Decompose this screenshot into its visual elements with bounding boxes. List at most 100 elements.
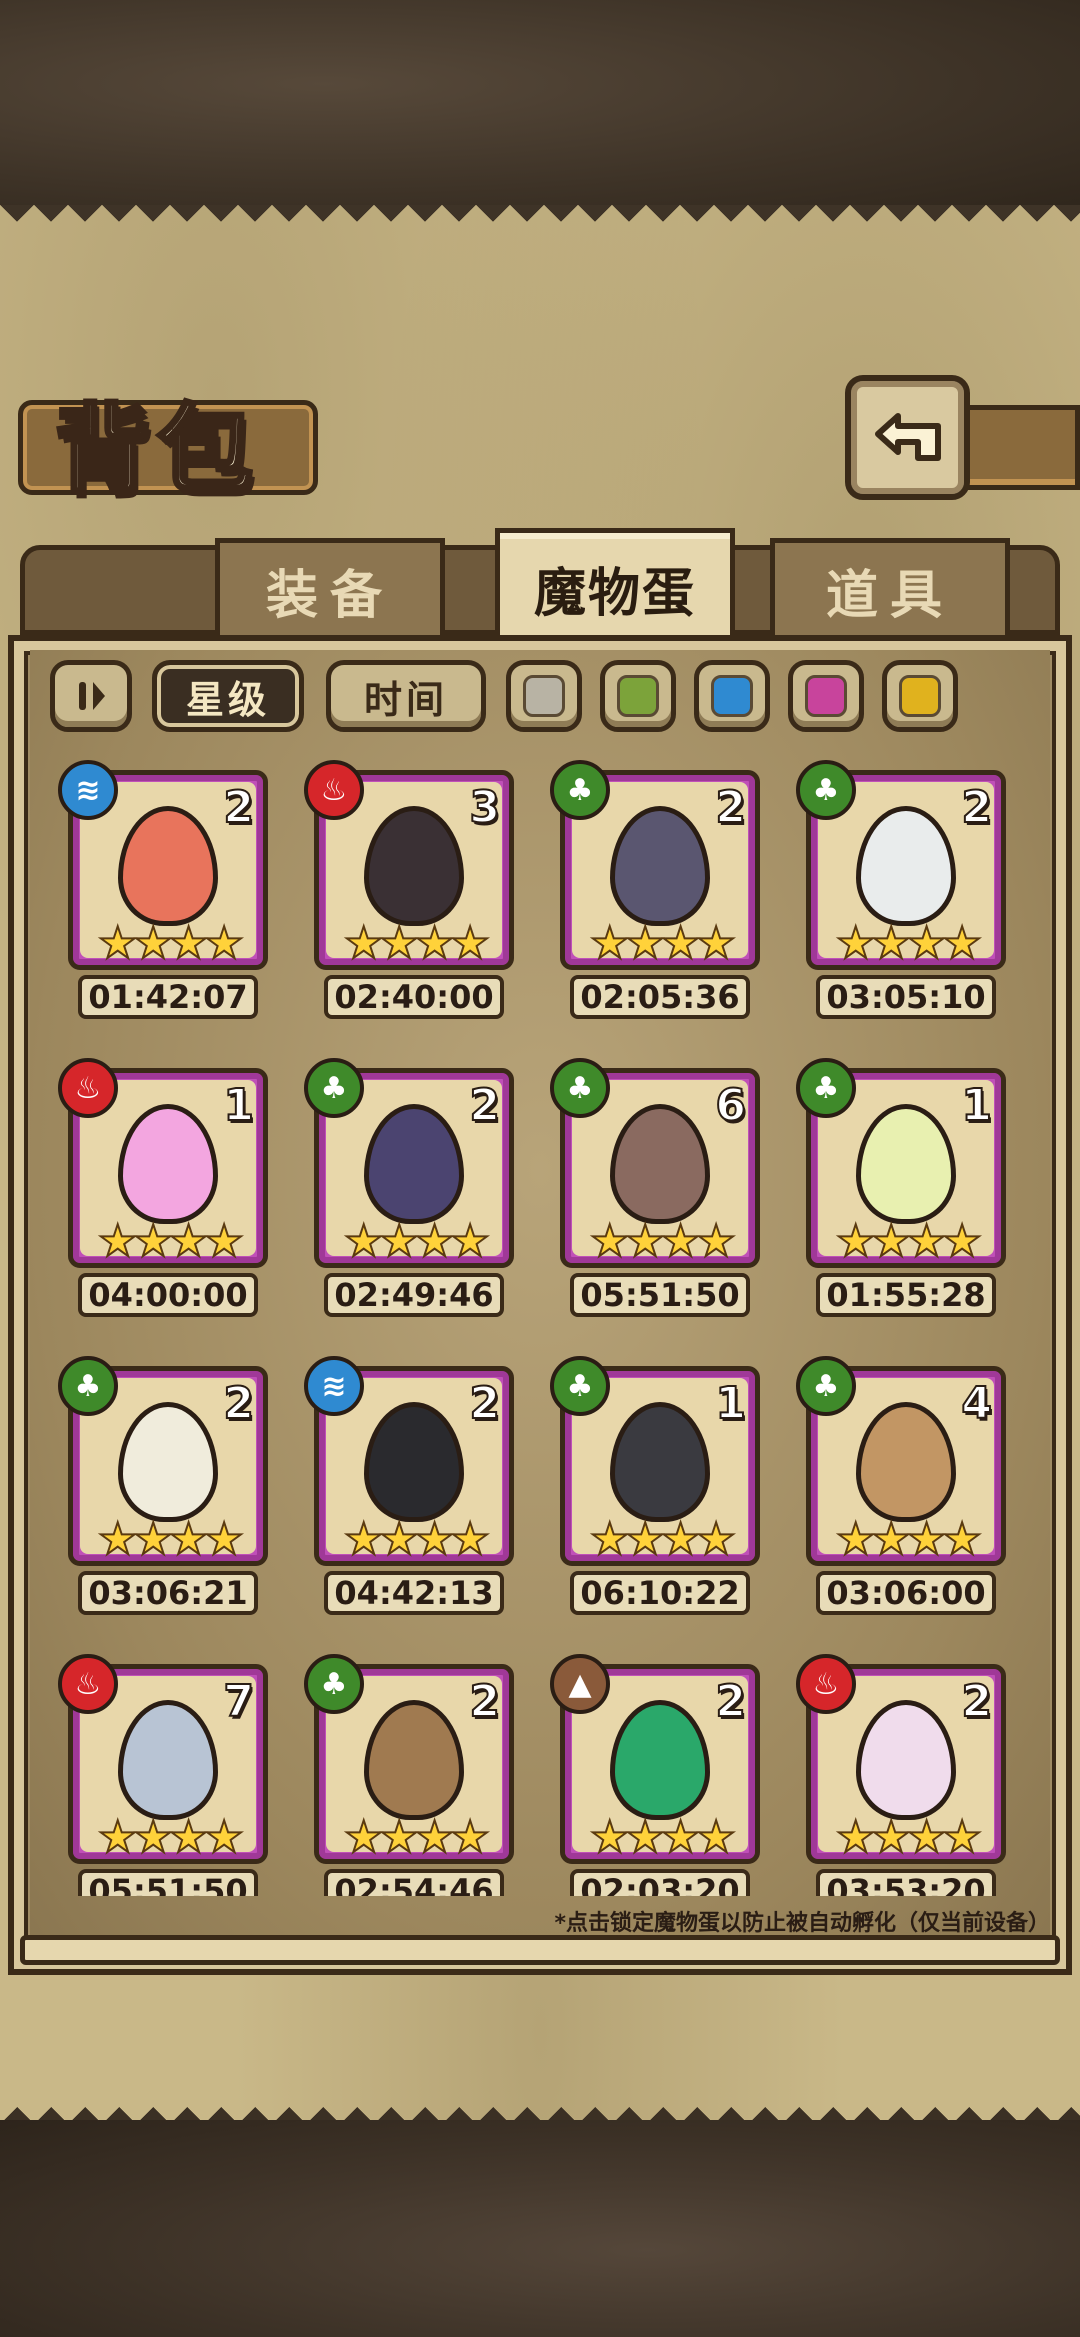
sort-order-button[interactable] bbox=[50, 660, 132, 732]
egg-timer: 02:05:36 bbox=[570, 975, 750, 1019]
back-button[interactable] bbox=[845, 375, 970, 500]
egg-count: 3 bbox=[468, 781, 501, 834]
egg-stars: ★★★★ bbox=[97, 917, 245, 970]
egg-stars: ★★★★ bbox=[343, 1811, 491, 1864]
egg-timer: 04:42:13 bbox=[324, 1571, 504, 1615]
wood-element-icon: ♣ bbox=[550, 1356, 610, 1416]
egg-stars: ★★★★ bbox=[97, 1811, 245, 1864]
filter-purple-button[interactable] bbox=[788, 660, 864, 732]
back-arrow-icon bbox=[874, 412, 941, 461]
sort-star-label: 星级 bbox=[185, 677, 270, 722]
filter-green-button[interactable] bbox=[600, 660, 676, 732]
egg-count: 2 bbox=[222, 1377, 255, 1430]
egg-icon bbox=[364, 806, 464, 926]
panel-bottom-rail bbox=[20, 1935, 1060, 1965]
egg-stars: ★★★★ bbox=[589, 1811, 737, 1864]
fire-element-icon: ♨ bbox=[58, 1654, 118, 1714]
egg-grid: 2 ★★★★ ≋ 01:42:07 3 ★★★★ ♨ 02:40:00 2 ★★★★ ♣ 02:05:… bbox=[30, 760, 1050, 1896]
egg-icon bbox=[610, 1104, 710, 1224]
wood-element-icon: ♣ bbox=[550, 1058, 610, 1118]
egg-timer: 03:06:00 bbox=[816, 1571, 996, 1615]
egg-timer: 02:40:00 bbox=[324, 975, 504, 1019]
egg-timer: 02:03:20 bbox=[570, 1869, 750, 1896]
egg-count: 2 bbox=[468, 1377, 501, 1430]
egg-icon bbox=[610, 806, 710, 926]
sort-by-time-button[interactable]: 时间 bbox=[326, 660, 486, 732]
egg-icon bbox=[856, 806, 956, 926]
lock-hint-note: *点击锁定魔物蛋以防止被自动孵化（仅当前设备） bbox=[554, 1911, 1050, 1936]
fire-element-icon: ♨ bbox=[796, 1654, 856, 1714]
egg-stars: ★★★★ bbox=[343, 1513, 491, 1566]
egg-count: 2 bbox=[714, 781, 747, 834]
wood-element-icon: ♣ bbox=[796, 760, 856, 820]
sort-by-star-button[interactable]: 星级 bbox=[152, 660, 304, 732]
egg-icon bbox=[856, 1104, 956, 1224]
egg-icon bbox=[118, 1104, 218, 1224]
egg-timer: 03:05:10 bbox=[816, 975, 996, 1019]
egg-stars: ★★★★ bbox=[589, 1215, 737, 1268]
egg-timer: 03:06:21 bbox=[78, 1571, 258, 1615]
sort-time-label: 时间 bbox=[363, 677, 448, 722]
gold-swatch bbox=[899, 675, 941, 717]
egg-timer: 01:42:07 bbox=[78, 975, 258, 1019]
page-title: 背包 bbox=[53, 392, 259, 508]
egg-count: 2 bbox=[714, 1675, 747, 1728]
filter-gold-button[interactable] bbox=[882, 660, 958, 732]
egg-timer: 05:51:50 bbox=[78, 1869, 258, 1896]
egg-count: 2 bbox=[222, 781, 255, 834]
top-background bbox=[0, 0, 1080, 210]
egg-icon bbox=[364, 1700, 464, 1820]
wood-element-icon: ♣ bbox=[304, 1058, 364, 1118]
filter-gray-button[interactable] bbox=[506, 660, 582, 732]
egg-icon bbox=[364, 1402, 464, 1522]
wood-element-icon: ♣ bbox=[796, 1058, 856, 1118]
egg-stars: ★★★★ bbox=[343, 917, 491, 970]
egg-count: 1 bbox=[222, 1079, 255, 1132]
wood-element-icon: ♣ bbox=[304, 1654, 364, 1714]
egg-icon bbox=[856, 1700, 956, 1820]
egg-timer: 02:49:46 bbox=[324, 1273, 504, 1317]
tab-label: 道具 bbox=[825, 566, 954, 626]
fire-element-icon: ♨ bbox=[58, 1058, 118, 1118]
tab-label: 魔物蛋 bbox=[533, 563, 696, 624]
egg-count: 2 bbox=[960, 781, 993, 834]
egg-timer: 06:10:22 bbox=[570, 1571, 750, 1615]
egg-icon bbox=[118, 1700, 218, 1820]
egg-stars: ★★★★ bbox=[97, 1513, 245, 1566]
tab-monster-eggs[interactable]: 魔物蛋 bbox=[495, 528, 735, 643]
egg-stars: ★★★★ bbox=[589, 1513, 737, 1566]
green-swatch bbox=[617, 675, 659, 717]
back-button-tail bbox=[965, 405, 1080, 490]
top-border bbox=[0, 205, 1080, 239]
egg-count: 6 bbox=[714, 1079, 747, 1132]
tab-equipment[interactable]: 装备 bbox=[215, 538, 445, 638]
egg-count: 2 bbox=[468, 1079, 501, 1132]
fire-element-icon: ♨ bbox=[304, 760, 364, 820]
egg-stars: ★★★★ bbox=[835, 1811, 983, 1864]
earth-element-icon: ▲ bbox=[550, 1654, 610, 1714]
egg-stars: ★★★★ bbox=[835, 1513, 983, 1566]
egg-count: 7 bbox=[222, 1675, 255, 1728]
egg-timer: 04:00:00 bbox=[78, 1273, 258, 1317]
egg-timer: 05:51:50 bbox=[570, 1273, 750, 1317]
egg-icon bbox=[610, 1402, 710, 1522]
egg-timer: 01:55:28 bbox=[816, 1273, 996, 1317]
egg-stars: ★★★★ bbox=[97, 1215, 245, 1268]
egg-stars: ★★★★ bbox=[835, 1215, 983, 1268]
filter-blue-button[interactable] bbox=[694, 660, 770, 732]
egg-stars: ★★★★ bbox=[589, 917, 737, 970]
tab-items[interactable]: 道具 bbox=[770, 538, 1010, 638]
wood-element-icon: ♣ bbox=[550, 760, 610, 820]
egg-icon bbox=[118, 806, 218, 926]
wood-element-icon: ♣ bbox=[58, 1356, 118, 1416]
egg-stars: ★★★★ bbox=[343, 1215, 491, 1268]
water-element-icon: ≋ bbox=[58, 760, 118, 820]
wood-element-icon: ♣ bbox=[796, 1356, 856, 1416]
egg-count: 1 bbox=[714, 1377, 747, 1430]
bottom-background bbox=[0, 2120, 1080, 2337]
water-element-icon: ≋ bbox=[304, 1356, 364, 1416]
egg-timer: 02:54:46 bbox=[324, 1869, 504, 1896]
tab-label: 装备 bbox=[265, 566, 394, 626]
egg-icon bbox=[856, 1402, 956, 1522]
egg-timer: 03:53:20 bbox=[816, 1869, 996, 1896]
